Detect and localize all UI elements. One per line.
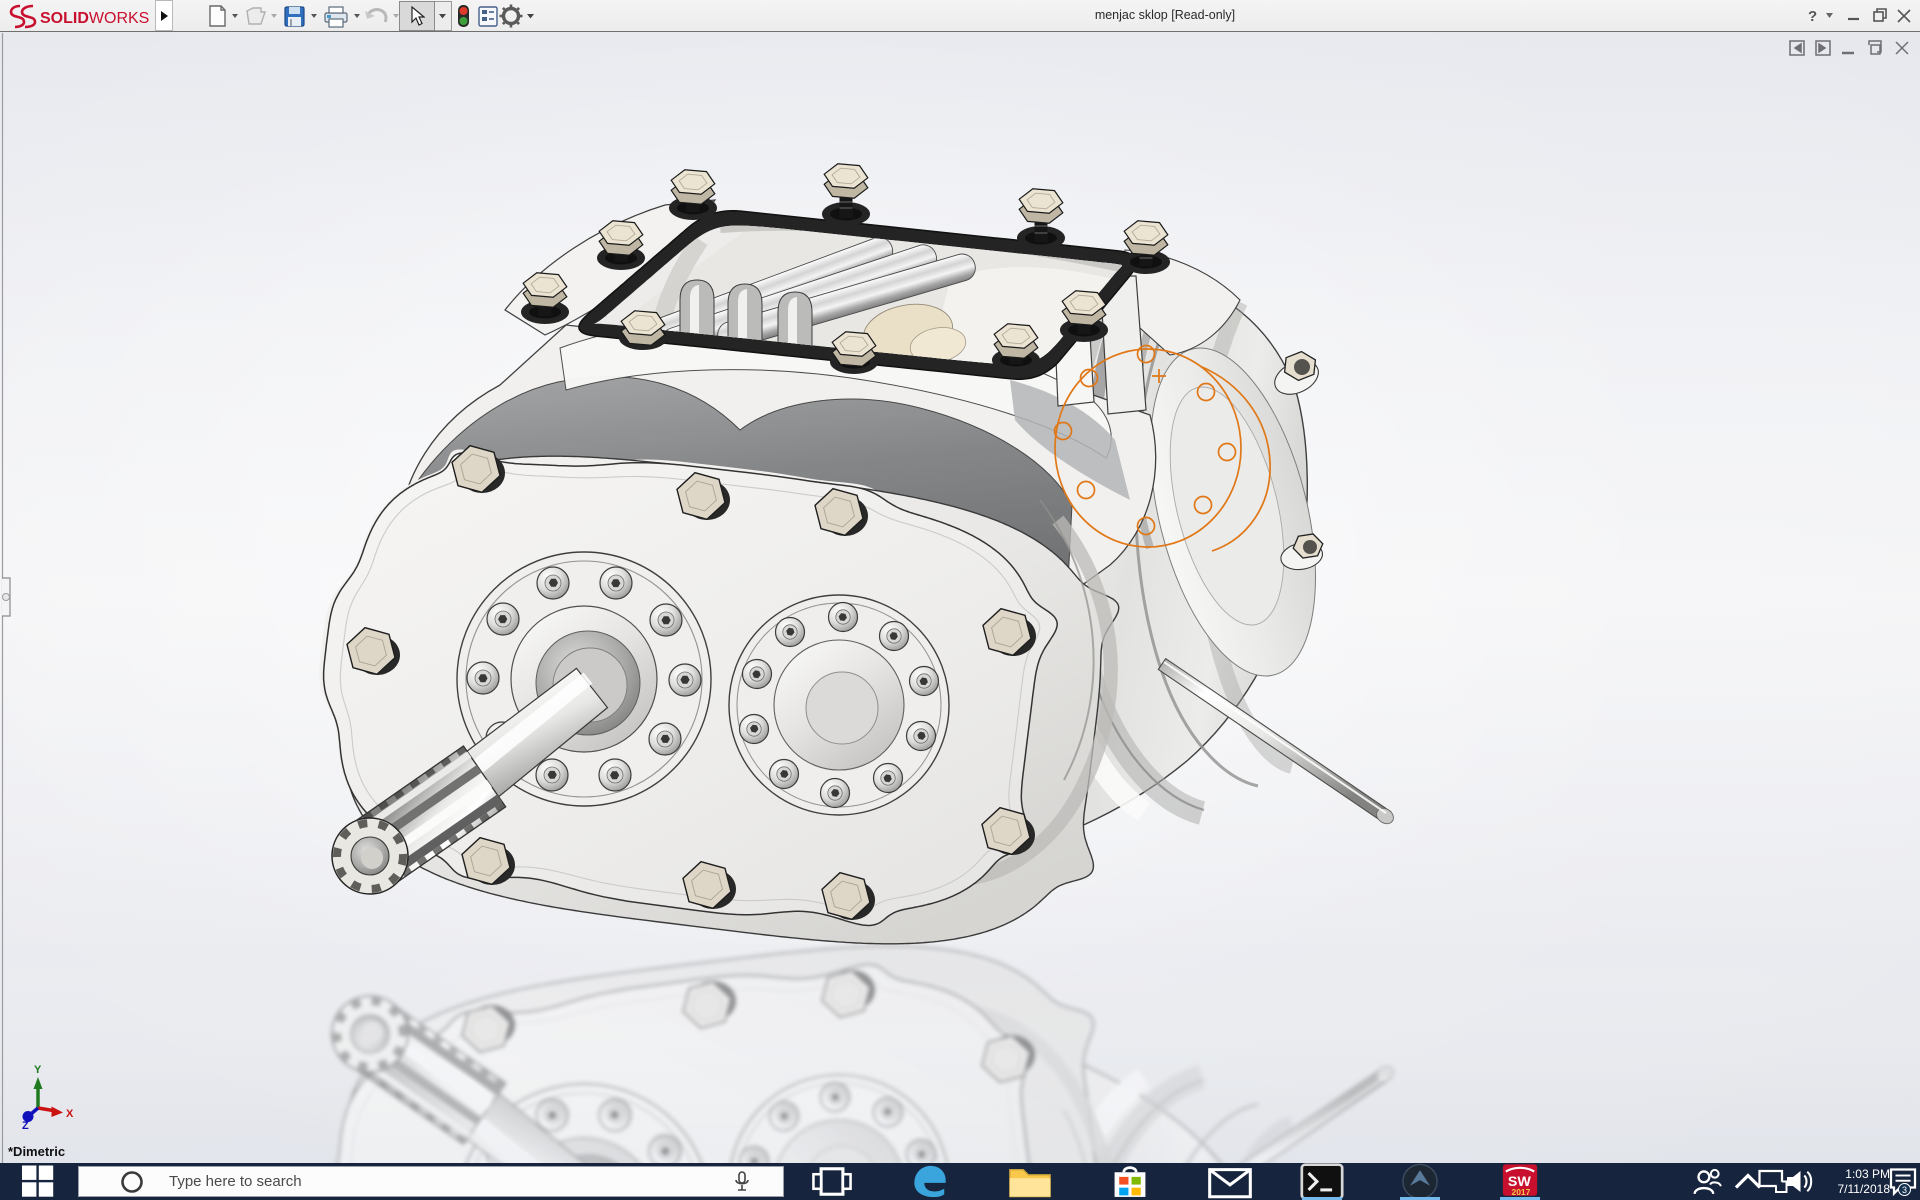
svg-text:SOLIDWORKS: SOLIDWORKS: [40, 10, 149, 27]
svg-text:2017: 2017: [1511, 1187, 1530, 1197]
svg-text:*Dimetric: *Dimetric: [8, 1144, 65, 1159]
svg-text:Y: Y: [34, 1064, 42, 1076]
svg-text:X: X: [66, 1108, 74, 1120]
svg-text:Z: Z: [22, 1120, 29, 1132]
svg-text:?: ?: [1808, 8, 1817, 25]
